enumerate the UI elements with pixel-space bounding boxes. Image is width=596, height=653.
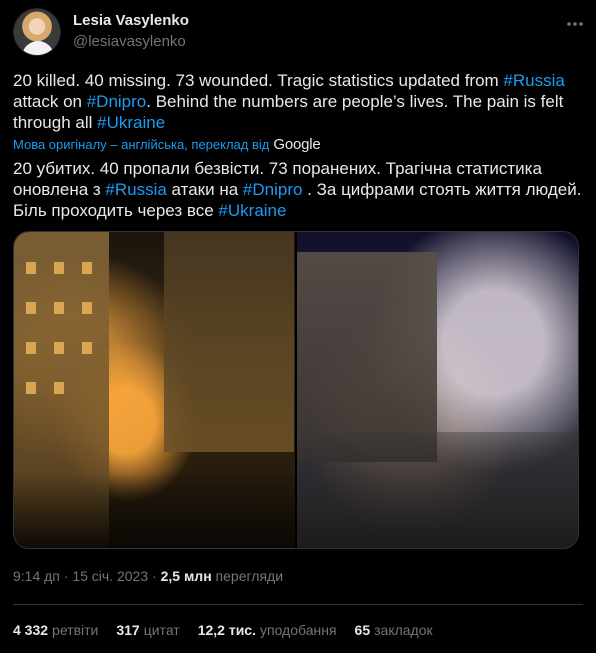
google-logo: Google [273,136,321,153]
hashtag-link[interactable]: #Dnipro [87,92,147,111]
bookmarks-stat[interactable]: 65 закладок [355,622,433,638]
author-handle[interactable]: @lesiavasylenko [73,33,186,50]
quotes-stat[interactable]: 317 цитат [116,622,179,638]
author-name[interactable]: Lesia Vasylenko [73,12,189,29]
avatar[interactable] [13,8,61,56]
tweet-time[interactable]: 9:14 дп [13,568,60,584]
more-horizontal-icon[interactable] [565,14,585,34]
translation-notice[interactable]: Мова оригіналу – англійська, переклад ві… [13,136,321,153]
hashtag-link[interactable]: #Russia [503,71,564,90]
tweet-text-translated: 20 убитих. 40 пропали безвісти. 73 поран… [13,159,582,220]
hashtag-link[interactable]: #Ukraine [97,113,165,132]
likes-stat[interactable]: 12,2 тис. уподобання [198,622,337,638]
translation-label: Мова оригіналу – англійська, переклад ві… [13,137,270,152]
retweets-stat[interactable]: 4 332 ретвіти [13,622,98,638]
tweet-date[interactable]: 15 січ. 2023 [72,568,148,584]
tweet-text-original: 20 killed. 40 missing. 73 wounded. Tragi… [13,71,565,132]
photo-destroyed-building-right[interactable] [297,232,578,548]
divider [13,604,583,605]
hashtag-link[interactable]: #Ukraine [218,201,286,220]
views-count: 2,5 млн [160,568,212,584]
engagement-stats: 4 332 ретвіти 317 цитат 12,2 тис. уподобанн… [13,622,433,638]
media-gallery [13,231,579,549]
photo-destroyed-building-left[interactable] [14,232,295,548]
hashtag-link[interactable]: #Dnipro [243,180,303,199]
tweet-meta: 9:14 дп · 15 січ. 2023 · 2,5 млн перегля… [13,568,284,584]
hashtag-link[interactable]: #Russia [105,180,166,199]
tweet-header: Lesia Vasylenko @lesiavasylenko [13,8,585,58]
views-label: перегляди [215,568,284,584]
